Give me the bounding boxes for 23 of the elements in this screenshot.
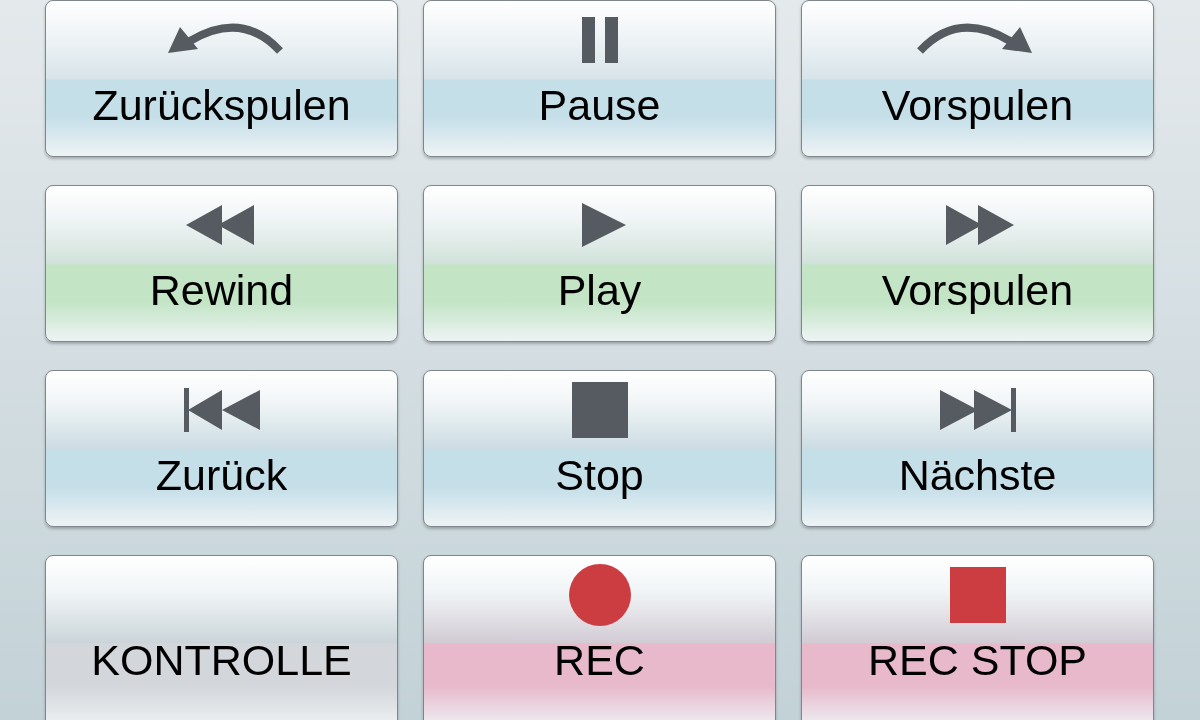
- stop-icon: [571, 382, 628, 438]
- stop-icon: [949, 567, 1006, 623]
- skip-back-icon: [183, 388, 260, 432]
- remote-button[interactable]: Play: [423, 185, 776, 342]
- remote-button[interactable]: Pause: [423, 0, 776, 157]
- play-icon: [581, 203, 626, 247]
- remote-button[interactable]: Rewind: [45, 185, 398, 342]
- pause-icon: [581, 17, 618, 63]
- curved-arrow-right-icon: [916, 23, 1032, 54]
- fast-forward-icon: [945, 205, 1014, 245]
- rewind-icon: [185, 205, 254, 245]
- remote-button[interactable]: KONTROLLE: [45, 555, 398, 720]
- remote-button[interactable]: Nächste: [801, 370, 1154, 527]
- remote-button[interactable]: Zurück: [45, 370, 398, 527]
- record-icon: [568, 564, 631, 626]
- remote-button[interactable]: Zurückspulen: [45, 0, 398, 157]
- curved-arrow-left-icon: [167, 23, 283, 54]
- remote-button[interactable]: Vorspulen: [801, 185, 1154, 342]
- remote-button[interactable]: Vorspulen: [801, 0, 1154, 157]
- skip-forward-icon: [939, 388, 1016, 432]
- remote-button[interactable]: REC: [423, 555, 776, 720]
- remote-button[interactable]: Stop: [423, 370, 776, 527]
- remote-button[interactable]: REC STOP: [801, 555, 1154, 720]
